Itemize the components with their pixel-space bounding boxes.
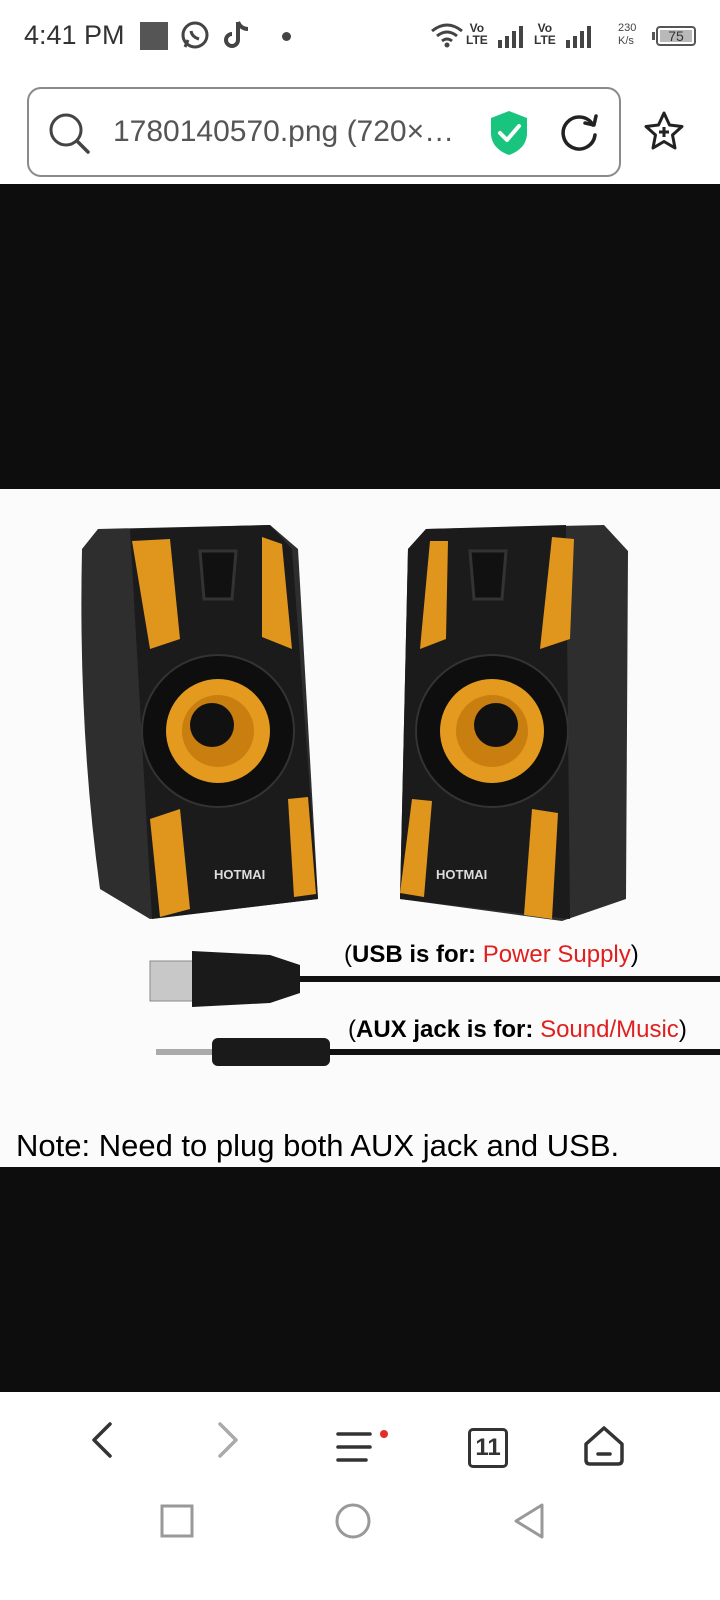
forward-icon[interactable] — [214, 1420, 242, 1465]
home-icon[interactable] — [582, 1424, 626, 1473]
usb-caption-prefix: ( — [344, 941, 352, 968]
net-speed-unit: K/s — [618, 35, 634, 47]
image-note: Note: Need to plug both AUX jack and USB… — [16, 1128, 620, 1163]
signal-icon — [566, 26, 594, 53]
usb-caption: (USB is for: Power Supply) — [344, 941, 639, 969]
aux-caption: (AUX jack is for: Sound/Music) — [348, 1016, 687, 1044]
brand-label-left: HOTMAI — [214, 867, 265, 882]
battery-level: 75 — [668, 28, 684, 44]
whatsapp-icon — [180, 20, 210, 55]
dot-icon — [282, 32, 291, 41]
net-speed: 230 K/s — [618, 22, 636, 48]
back-triangle-icon[interactable] — [512, 1502, 546, 1545]
address-bar[interactable]: 1780140570.png (720×… — [27, 87, 621, 177]
aux-caption-label: AUX jack is for: — [356, 1016, 534, 1043]
status-bar: 4:41 PM Vo LTE Vo LTE 230 K/s 75 — [0, 0, 720, 72]
status-time: 4:41 PM — [24, 20, 125, 50]
home-circle-icon[interactable] — [334, 1502, 372, 1545]
back-icon[interactable] — [88, 1420, 116, 1465]
volte-label: Vo LTE — [466, 21, 488, 47]
aux-caption-prefix: ( — [348, 1016, 356, 1043]
usb-caption-suffix: ) — [630, 941, 639, 968]
reload-icon[interactable] — [559, 111, 601, 158]
star-plus-icon[interactable] — [642, 110, 686, 157]
gallery-icon — [140, 22, 168, 50]
volte-label: Vo LTE — [534, 21, 556, 47]
shield-check-icon[interactable] — [487, 109, 531, 162]
signal-icon — [498, 26, 526, 53]
usb-caption-value: Power Supply — [482, 941, 631, 968]
tabs-icon[interactable]: 11 — [468, 1428, 508, 1468]
speakers-illustration: HOTMAI HOTMAI — [81, 525, 720, 1066]
brand-label-right: HOTMAI — [436, 867, 487, 882]
usb-caption-label: USB is for: — [352, 941, 477, 968]
wifi-icon — [430, 22, 464, 53]
net-speed-value: 230 — [618, 22, 637, 34]
left-speaker: HOTMAI — [81, 525, 318, 919]
battery-tip — [652, 32, 655, 40]
battery-icon: 75 — [656, 26, 696, 46]
url-text[interactable]: 1780140570.png (720×… — [113, 115, 493, 149]
recents-icon[interactable] — [160, 1504, 194, 1543]
right-speaker: HOTMAI — [400, 525, 628, 921]
notification-dot — [380, 1430, 388, 1438]
aux-caption-value: Sound/Music — [540, 1016, 679, 1043]
product-image[interactable]: HOTMAI HOTMAI (USB is for: Power Supply)… — [0, 489, 720, 1167]
tiktok-icon — [224, 20, 252, 55]
menu-icon[interactable] — [336, 1430, 372, 1469]
aux-caption-suffix: ) — [678, 1016, 687, 1043]
search-icon[interactable] — [47, 111, 91, 160]
